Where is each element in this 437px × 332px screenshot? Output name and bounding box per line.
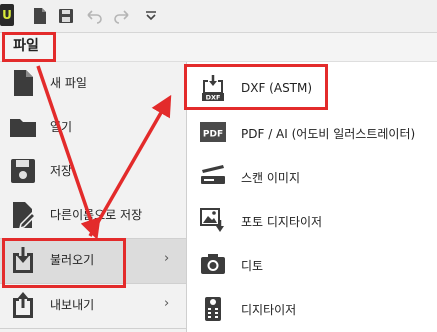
submenu-item-label: 디지타이저 [241, 303, 297, 317]
undo-icon[interactable] [84, 6, 104, 26]
submenu-item-label: 스캔 이미지 [241, 171, 301, 185]
submenu-item-scan-image[interactable]: 스캔 이미지 [187, 154, 437, 200]
submenu-item-photo-digitizer[interactable]: 포토 디지타이저 [187, 198, 437, 244]
quick-access-toolbar: U [0, 0, 437, 33]
menu-item-label: 내보내기 [50, 298, 95, 312]
submenu-item-ditto[interactable]: 디토 [187, 242, 437, 288]
save-icon[interactable] [56, 6, 76, 26]
photo-digitizer-icon [199, 206, 227, 234]
scanner-icon [199, 162, 227, 190]
app-logo: U [0, 4, 14, 26]
menu-item-save-as[interactable]: 다른이름으로 저장 [0, 194, 186, 238]
submenu-item-label: 디토 [241, 259, 264, 273]
chevron-right-icon: › [164, 251, 170, 266]
new-file-icon [8, 68, 38, 98]
menu-item-label: 다른이름으로 저장 [50, 208, 143, 222]
menu-item-open[interactable]: 열기 [0, 106, 186, 150]
chevron-right-icon: › [164, 296, 170, 311]
customize-toolbar-icon[interactable] [141, 6, 161, 26]
menu-item-export[interactable]: 내보내기 › [0, 284, 186, 328]
new-file-icon[interactable] [30, 6, 50, 26]
svg-text:PDF: PDF [203, 130, 223, 140]
menu-item-save[interactable]: 저장 [0, 150, 186, 194]
menu-bar: 파일 [0, 33, 437, 62]
camera-icon [199, 250, 227, 278]
submenu-item-label: PDF / AI (어도비 일러스트레이터) [241, 127, 416, 141]
pdf-file-icon: PDF [199, 118, 227, 146]
submenu-item-label: 포토 디지타이저 [241, 215, 323, 229]
file-menu-panel: 새 파일 열기 저장 다른이름으로 저장 불러오기 › 내보내기 › [0, 62, 186, 332]
folder-open-icon [8, 112, 38, 142]
menu-item-label: 새 파일 [50, 76, 87, 90]
digitizer-tablet-icon [199, 294, 227, 322]
menu-item-new-file[interactable]: 새 파일 [0, 62, 186, 106]
menu-item-label: 저장 [50, 164, 73, 178]
redo-icon[interactable] [112, 6, 132, 26]
submenu-item-pdf-ai[interactable]: PDF PDF / AI (어도비 일러스트레이터) [187, 110, 437, 156]
highlight-file-menu [2, 32, 56, 62]
menu-item-label: 열기 [50, 120, 73, 134]
export-icon [8, 290, 38, 320]
save-as-icon [8, 200, 38, 230]
highlight-dxf [184, 64, 328, 110]
highlight-import [2, 238, 126, 288]
save-icon [8, 156, 38, 186]
menu-divider [0, 328, 186, 329]
submenu-item-digitizer[interactable]: 디지타이저 [187, 286, 437, 332]
